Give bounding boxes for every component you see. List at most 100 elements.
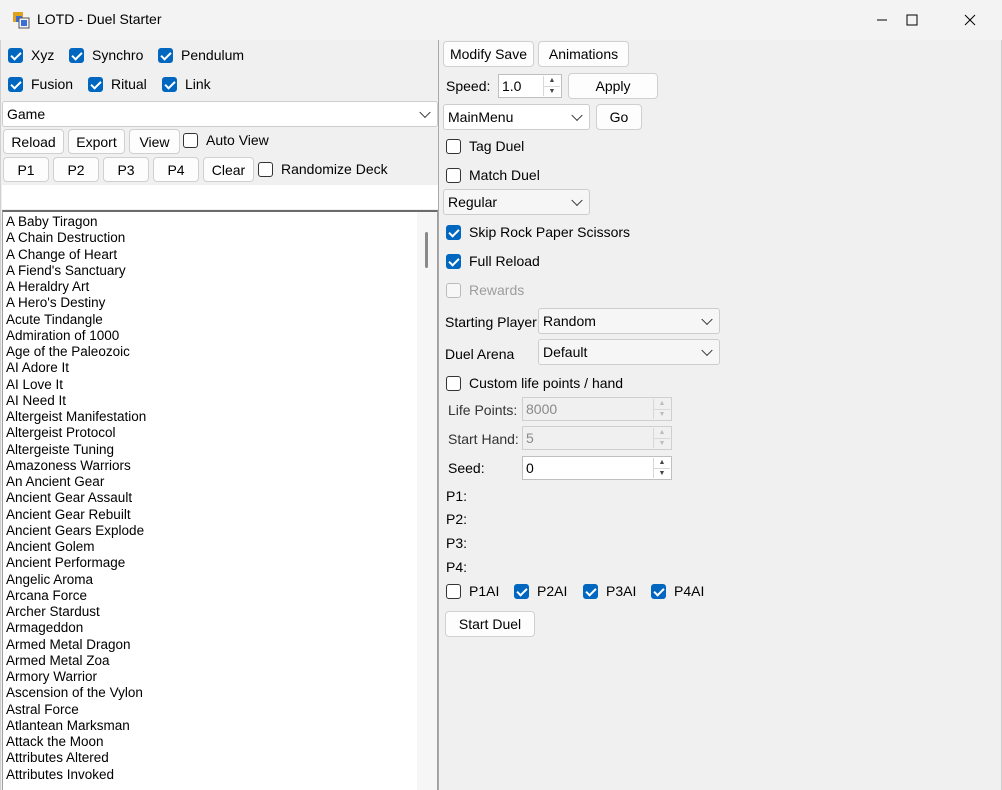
deck-source-select[interactable]: Game — [2, 101, 438, 127]
deck-list-item[interactable]: A Chain Destruction — [6, 230, 437, 246]
deck-list-item[interactable]: A Fiend's Sanctuary — [6, 263, 437, 279]
deck-list-item[interactable]: AI Need It — [6, 393, 437, 409]
scrollbar-thumb[interactable] — [425, 232, 428, 268]
deck-list-item[interactable]: Attack the Moon — [6, 734, 437, 750]
p3-ai-checkbox[interactable]: P3AI — [583, 583, 636, 599]
seed-stepper[interactable]: ▲ ▼ — [653, 458, 670, 478]
deck-source-value: Game — [7, 106, 46, 122]
deck-list-item[interactable]: AI Love It — [6, 377, 437, 393]
deck-list-item[interactable]: Ancient Performage — [6, 555, 437, 571]
deck-list-item[interactable]: Age of the Paleozoic — [6, 344, 437, 360]
filter-link[interactable]: Link — [162, 76, 211, 92]
deck-list-item[interactable]: A Change of Heart — [6, 247, 437, 263]
deck-list-item[interactable]: Arcana Force — [6, 588, 437, 604]
window-title: LOTD - Duel Starter — [37, 11, 162, 27]
p4-deck-button[interactable]: P4 — [153, 157, 199, 182]
deck-list-item[interactable]: Attributes Invoked — [6, 767, 437, 783]
deck-list-item[interactable]: Altergeist Protocol — [6, 425, 437, 441]
screen-select[interactable]: MainMenu — [443, 104, 590, 130]
go-button[interactable]: Go — [596, 104, 642, 130]
speed-stepper[interactable]: ▲ ▼ — [543, 76, 560, 96]
close-button[interactable] — [941, 0, 999, 40]
deck-list-item[interactable]: Acute Tindangle — [6, 312, 437, 328]
full-reload-checkbox[interactable]: Full Reload — [446, 253, 540, 269]
filter-label: Pendulum — [181, 47, 245, 63]
deck-list-item[interactable]: Angelic Aroma — [6, 572, 437, 588]
view-button[interactable]: View — [129, 129, 180, 154]
stepper-down-icon[interactable]: ▼ — [654, 469, 670, 479]
deck-list-item[interactable]: Amazoness Warriors — [6, 458, 437, 474]
rewards-checkbox: Rewards — [446, 282, 524, 298]
deck-list-item[interactable]: Armed Metal Dragon — [6, 637, 437, 653]
deck-list-item[interactable]: Altergeiste Tuning — [6, 442, 437, 458]
deck-list-item[interactable]: Ascension of the Vylon — [6, 685, 437, 701]
filter-ritual[interactable]: Ritual — [88, 76, 147, 92]
filter-label: Synchro — [92, 47, 144, 63]
deck-list-item[interactable]: Ancient Golem — [6, 539, 437, 555]
starting-player-select[interactable]: Random — [538, 308, 720, 334]
match-duel-checkbox[interactable]: Match Duel — [446, 167, 540, 183]
tag-duel-checkbox[interactable]: Tag Duel — [446, 138, 524, 154]
seed-input[interactable]: 0 ▲ ▼ — [522, 456, 672, 480]
duel-type-select[interactable]: Regular — [443, 189, 590, 215]
p1-deck-button[interactable]: P1 — [3, 157, 49, 182]
deck-list-item[interactable]: Armed Metal Zoa — [6, 653, 437, 669]
stepper-up-icon[interactable]: ▲ — [654, 458, 670, 469]
deck-list-item[interactable]: Altergeist Manifestation — [6, 409, 437, 425]
stepper-down-icon[interactable]: ▼ — [544, 87, 560, 97]
animations-button[interactable]: Animations — [538, 41, 629, 67]
apply-button[interactable]: Apply — [568, 73, 658, 99]
filter-synchro[interactable]: Synchro — [69, 47, 143, 63]
skip-rps-checkbox[interactable]: Skip Rock Paper Scissors — [446, 224, 630, 240]
deck-list-item[interactable]: A Hero's Destiny — [6, 295, 437, 311]
speed-label: Speed: — [446, 78, 491, 94]
deck-list-item[interactable]: Ancient Gears Explode — [6, 523, 437, 539]
filter-xyz[interactable]: Xyz — [8, 47, 54, 63]
deck-list-item[interactable]: Ancient Gear Rebuilt — [6, 507, 437, 523]
deck-list-item[interactable]: AI Adore It — [6, 360, 437, 376]
duel-arena-select[interactable]: Default — [538, 339, 720, 365]
export-button[interactable]: Export — [68, 129, 125, 154]
screen-select-value: MainMenu — [448, 109, 514, 125]
filter-pendulum[interactable]: Pendulum — [158, 47, 244, 63]
maximize-button[interactable] — [883, 0, 941, 40]
deck-list-item[interactable]: Armory Warrior — [6, 669, 437, 685]
randomize-deck-checkbox[interactable]: Randomize Deck — [258, 161, 388, 177]
checkbox-icon — [446, 282, 461, 298]
skip-rps-label: Skip Rock Paper Scissors — [469, 224, 631, 240]
starting-player-value: Random — [543, 313, 596, 329]
deck-list-item[interactable]: Archer Stardust — [6, 604, 437, 620]
stepper-up-icon[interactable]: ▲ — [544, 76, 560, 87]
deck-list-scrollbar[interactable] — [417, 212, 437, 790]
clear-button[interactable]: Clear — [203, 157, 254, 182]
speed-input[interactable]: 1.0 ▲ ▼ — [498, 74, 562, 98]
auto-view-checkbox[interactable]: Auto View — [183, 132, 269, 148]
panel-divider — [438, 40, 439, 790]
deck-list-item[interactable]: A Heraldry Art — [6, 279, 437, 295]
deck-list[interactable]: A Baby Tiragon A Chain Destruction A Chang… — [2, 210, 438, 790]
p2-deck-button[interactable]: P2 — [53, 157, 99, 182]
deck-list-item[interactable]: Ancient Gear Assault — [6, 490, 437, 506]
checkbox-icon — [158, 47, 173, 63]
start-duel-button[interactable]: Start Duel — [445, 611, 535, 637]
tag-duel-label: Tag Duel — [469, 138, 525, 154]
custom-lp-checkbox[interactable]: Custom life points / hand — [446, 375, 623, 391]
deck-list-item[interactable]: An Ancient Gear — [6, 474, 437, 490]
filter-fusion[interactable]: Fusion — [8, 76, 73, 92]
deck-list-item[interactable]: Admiration of 1000 — [6, 328, 437, 344]
deck-search-input[interactable] — [2, 185, 438, 209]
p1-ai-checkbox[interactable]: P1AI — [446, 583, 499, 599]
p2-ai-checkbox[interactable]: P2AI — [514, 583, 567, 599]
checkbox-icon — [183, 132, 198, 148]
p4-ai-checkbox[interactable]: P4AI — [651, 583, 704, 599]
reload-button[interactable]: Reload — [3, 129, 64, 154]
deck-list-item[interactable]: Armageddon — [6, 620, 437, 636]
deck-list-item[interactable]: A Baby Tiragon — [6, 214, 437, 230]
deck-list-item[interactable]: Atlantean Marksman — [6, 718, 437, 734]
p3-deck-button[interactable]: P3 — [103, 157, 149, 182]
deck-list-item[interactable]: Attributes Altered — [6, 750, 437, 766]
modify-save-button[interactable]: Modify Save — [443, 41, 534, 67]
title-bar[interactable]: LOTD - Duel Starter — [0, 0, 1002, 40]
checkbox-icon — [162, 76, 177, 92]
deck-list-item[interactable]: Astral Force — [6, 702, 437, 718]
